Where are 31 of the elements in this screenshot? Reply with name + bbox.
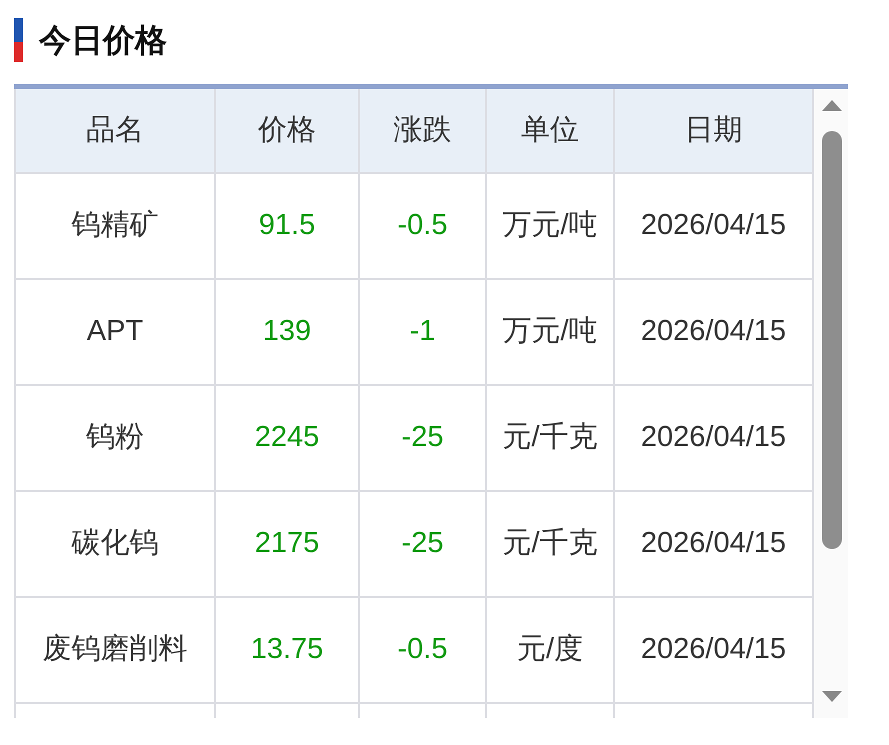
product-name-cell: 废钨磨削料 [15, 597, 215, 703]
scrollbar[interactable] [814, 89, 848, 718]
unit-cell: 元/千克 [486, 491, 614, 597]
change-cell: -25 [359, 385, 486, 491]
product-name-cell: 钨精矿 [15, 173, 215, 279]
title-accent-icon [14, 18, 23, 62]
change-cell: -0.5 [359, 173, 486, 279]
column-header: 价格 [215, 89, 359, 173]
column-header: 涨跌 [359, 89, 486, 173]
price-cell: 2175 [215, 491, 359, 597]
column-header: 单位 [486, 89, 614, 173]
unit-cell: 万元/吨 [486, 173, 614, 279]
section-title: 今日价格 [39, 21, 167, 60]
unit-cell: 元/千克 [486, 385, 614, 491]
change-cell: -25 [359, 491, 486, 597]
change-cell: -0.5 [359, 597, 486, 703]
column-header: 品名 [15, 89, 215, 173]
scroll-up-icon[interactable] [822, 99, 842, 111]
price-cell: 139 [215, 279, 359, 385]
column-header: 日期 [614, 89, 813, 173]
change-cell: -1 [359, 279, 486, 385]
price-cell: 2245 [215, 385, 359, 491]
product-name-cell: 碳化钨 [15, 491, 215, 597]
scroll-down-icon[interactable] [822, 691, 842, 703]
unit-cell: 万元/吨 [486, 279, 614, 385]
scrollbar-thumb[interactable] [822, 131, 842, 549]
product-name-cell: APT [15, 279, 215, 385]
price-cell: 13.75 [215, 597, 359, 703]
price-cell: 91.5 [215, 173, 359, 279]
product-name-cell: 钨粉 [15, 385, 215, 491]
unit-cell: 元/度 [486, 597, 614, 703]
